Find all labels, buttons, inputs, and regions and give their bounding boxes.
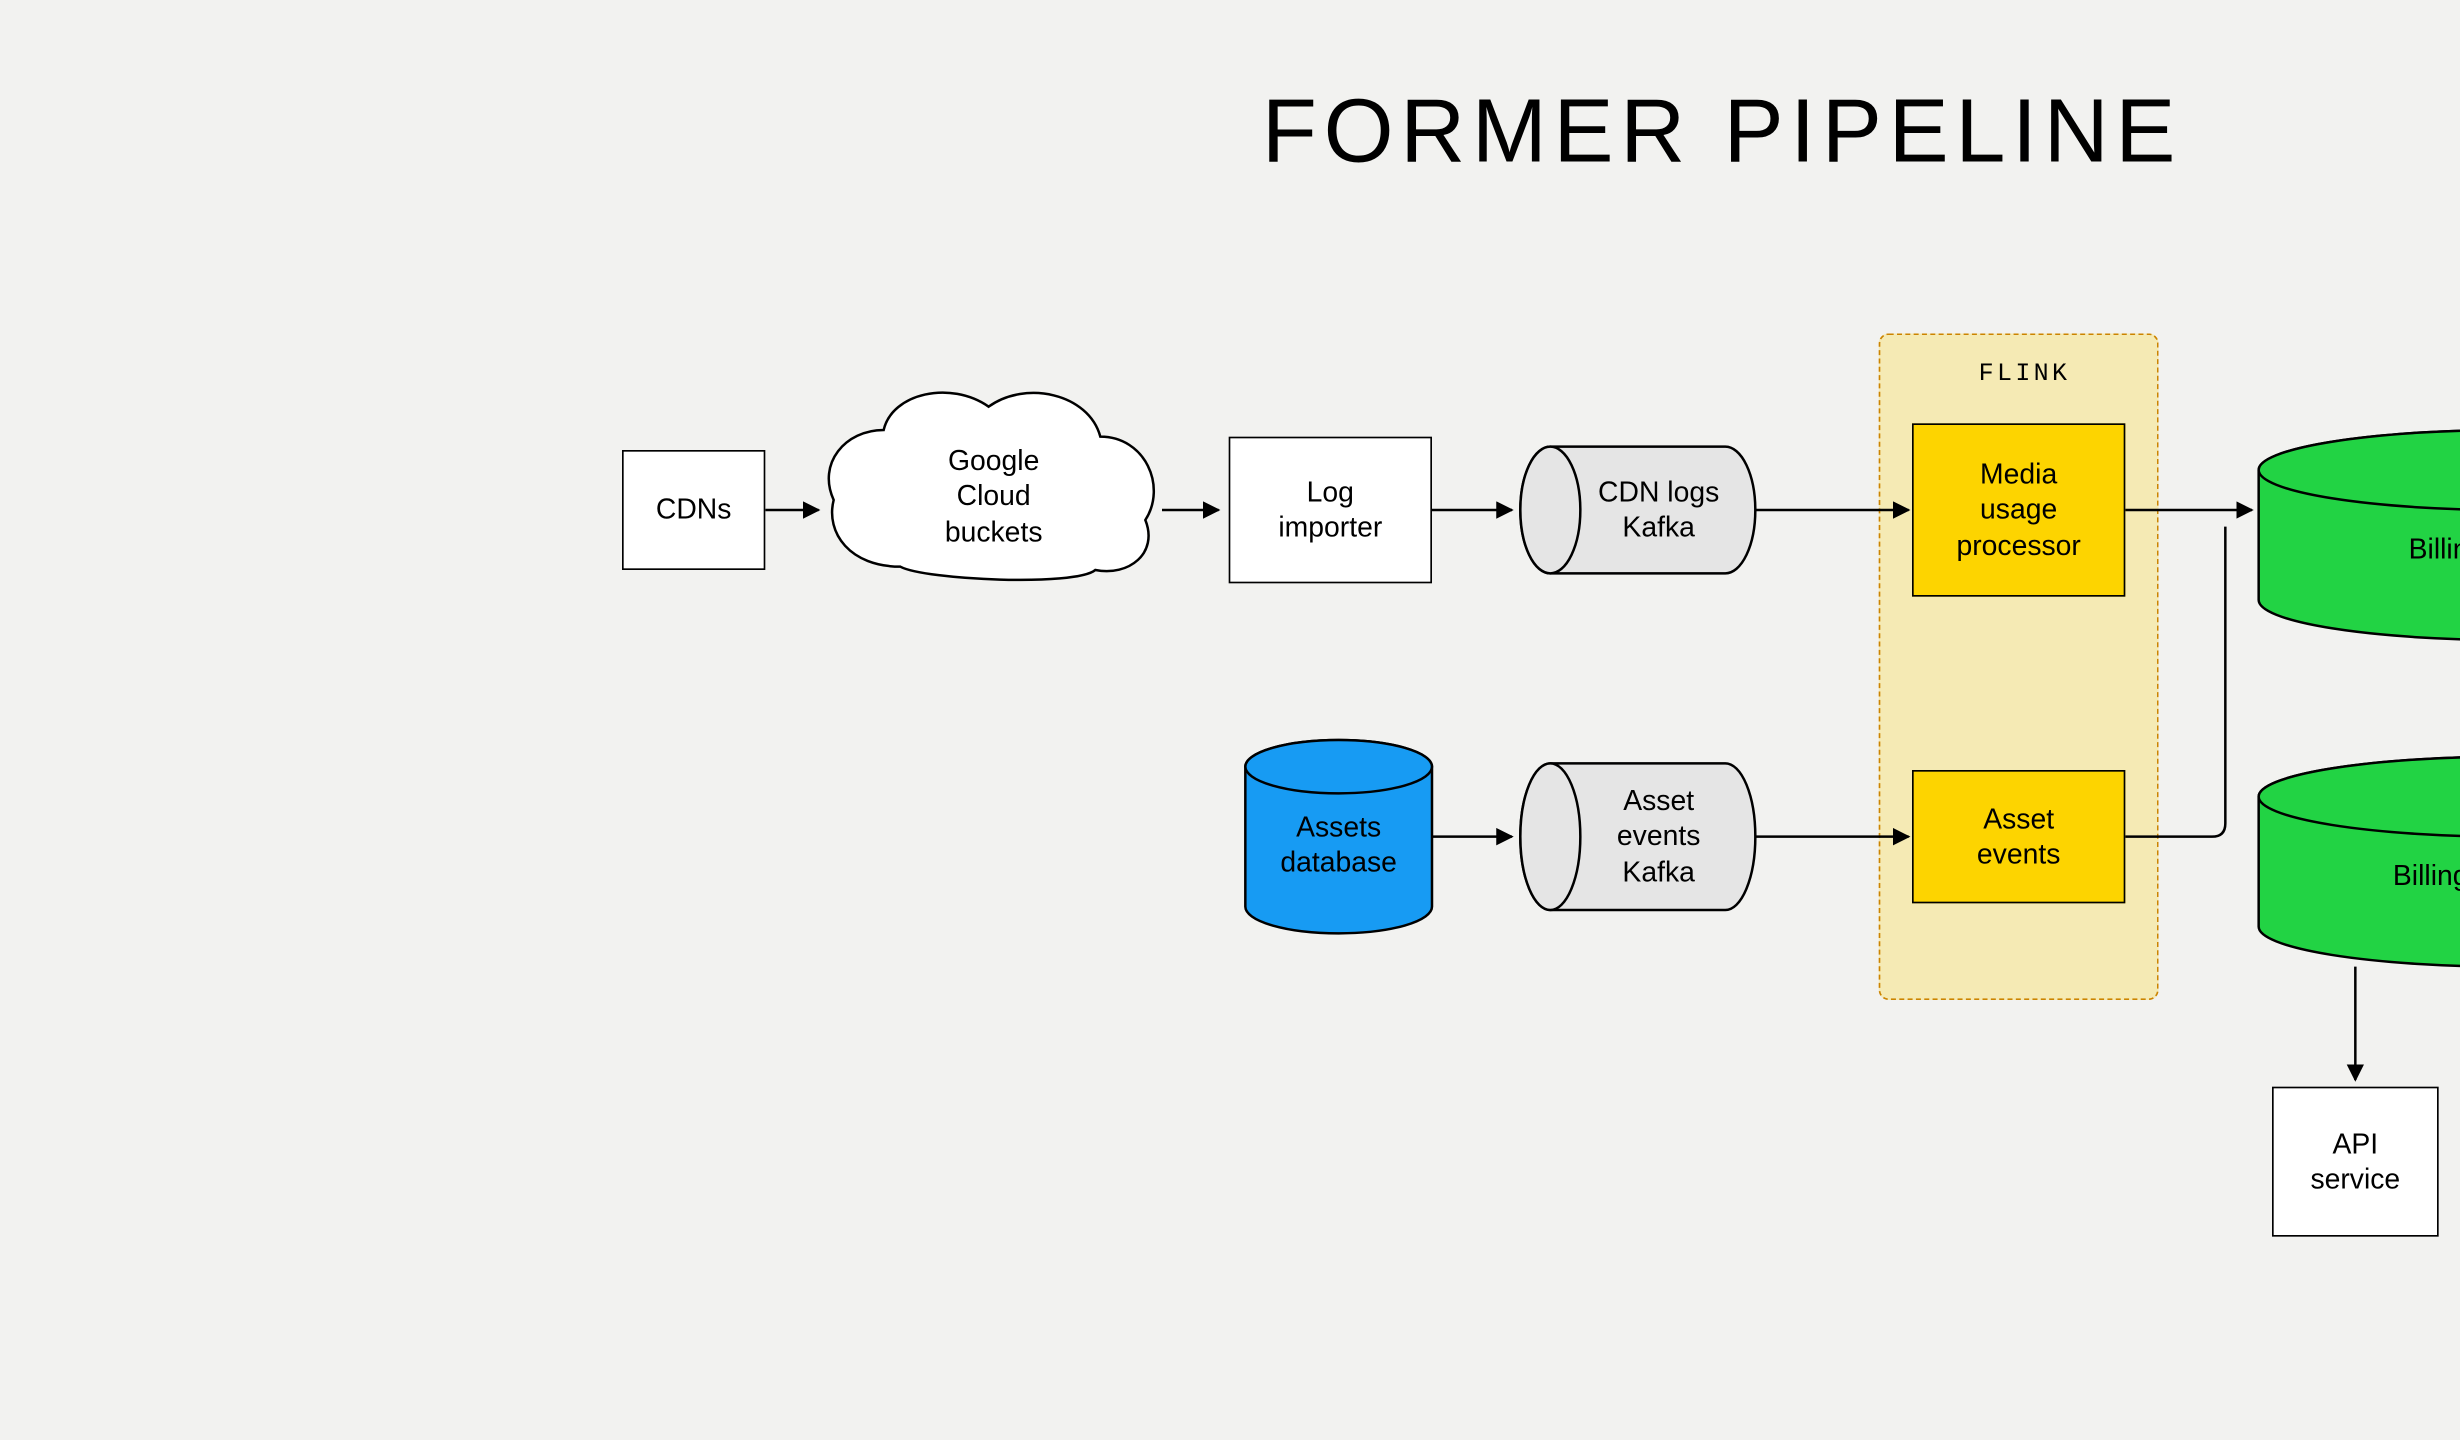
cloud-google-cloud-buckets bbox=[829, 393, 1154, 580]
diagram-canvas: FORMER PIPELINE FLINK bbox=[492, 0, 2460, 1440]
node-label: Asset events bbox=[1977, 801, 2060, 872]
diagram-svg bbox=[492, 0, 2460, 1440]
node-media-usage-processor: Media usage processor bbox=[1912, 423, 2125, 596]
cylinder-billing-database bbox=[2259, 430, 2460, 640]
cylinder-assets-database bbox=[1245, 740, 1432, 933]
cylinder-billing-read-replica bbox=[2259, 757, 2460, 967]
node-label: Log importer bbox=[1278, 475, 1382, 546]
node-api-service: API service bbox=[2272, 1087, 2439, 1237]
node-label: Media usage processor bbox=[1956, 457, 2080, 563]
cylinder-asset-events-kafka bbox=[1520, 763, 1755, 910]
node-log-importer: Log importer bbox=[1229, 437, 1432, 584]
node-label: CDNs bbox=[656, 492, 732, 527]
cylinder-cdn-logs-kafka bbox=[1520, 447, 1755, 574]
node-asset-events: Asset events bbox=[1912, 770, 2125, 903]
node-cdns: CDNs bbox=[622, 450, 765, 570]
node-label: API service bbox=[2310, 1126, 2400, 1197]
